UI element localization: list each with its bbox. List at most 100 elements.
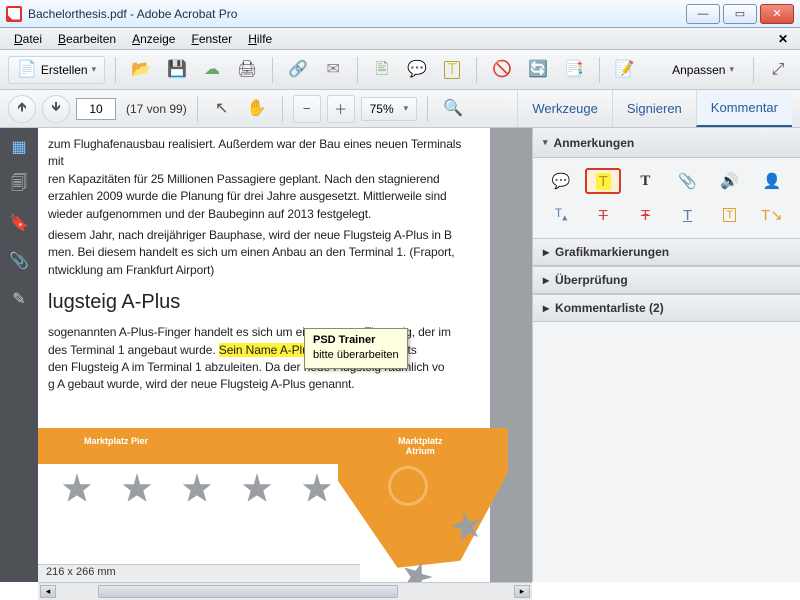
customize-button[interactable]: Anpassen ▾ xyxy=(663,56,743,84)
create-label: Erstellen xyxy=(41,63,88,77)
comment-tooltip: PSD Trainer bitte überarbeiten xyxy=(304,328,408,369)
cloud-button[interactable]: ☁ xyxy=(198,56,226,84)
chevron-down-icon: ▾ xyxy=(404,103,409,114)
body-text: ntwicklung am Frankfurt Airport) xyxy=(48,262,480,279)
signatures-nav-icon[interactable]: ✎ xyxy=(8,288,30,310)
print-button[interactable]: 🖨 xyxy=(232,56,262,84)
speaker-icon: 🔊 xyxy=(720,172,739,190)
cursor-icon: ↖ xyxy=(215,101,228,117)
print-icon: 🖨 xyxy=(237,62,257,78)
select-tool-button[interactable]: ↖ xyxy=(208,95,236,123)
tab-comment[interactable]: Kommentar xyxy=(696,90,792,127)
audio-tool[interactable]: 🔊 xyxy=(712,168,748,194)
page-number-input[interactable] xyxy=(76,98,116,120)
panel-section-graphic[interactable]: ▸ Grafikmarkierungen xyxy=(533,238,800,266)
scan-button[interactable]: 🖹 xyxy=(368,56,396,84)
close-document-button[interactable]: ✕ xyxy=(772,32,794,46)
app-icon xyxy=(6,6,22,22)
thumbnails-nav-icon[interactable]: ▦ xyxy=(8,136,30,158)
plane-icon xyxy=(238,470,276,508)
main-toolbar: 📄 Erstellen ▾ 📂 💾 ☁ 🖨 🔗 ✉ 🖹 💬 T 🚫 🔄 📑 📝 … xyxy=(0,50,800,90)
extract-button[interactable]: 📑 xyxy=(559,56,589,84)
menu-edit[interactable]: Bearbeiten xyxy=(50,30,124,48)
body-text: des Terminal 1 angebaut wurde. Sein Name… xyxy=(48,342,480,359)
replace-text-icon: Ŧ xyxy=(641,207,650,224)
zoom-select[interactable]: 75% ▾ xyxy=(361,97,418,121)
plane-icon xyxy=(298,470,336,508)
panel-section-comments[interactable]: ▸ Kommentarliste (2) xyxy=(533,294,800,322)
delete-button[interactable]: 🚫 xyxy=(487,56,517,84)
document-viewport[interactable]: zum Flughafenausbau realisiert. Außerdem… xyxy=(38,128,532,582)
tab-tools[interactable]: Werkzeuge xyxy=(517,90,612,127)
scroll-right-button[interactable]: ▸ xyxy=(514,585,530,598)
minimize-button[interactable]: — xyxy=(686,4,720,24)
email-button[interactable]: ✉ xyxy=(319,56,347,84)
nav-toolbar: 🡹 🡻 (17 von 99) ↖ ✋ − ＋ 75% ▾ 🔍 Werkzeug… xyxy=(0,90,800,128)
status-bar: 216 x 266 mm xyxy=(38,564,360,582)
highlight-icon: T xyxy=(444,61,460,79)
panel-section-review[interactable]: ▸ Überprüfung xyxy=(533,266,800,294)
highlight-tool[interactable]: T xyxy=(585,168,621,194)
replace-text-tool[interactable]: Ŧ xyxy=(627,202,663,228)
form-button[interactable]: 📝 xyxy=(610,56,640,84)
collapse-icon: ▸ xyxy=(543,245,549,259)
folder-open-icon: 📂 xyxy=(131,62,151,78)
note-button[interactable]: 💬 xyxy=(402,56,432,84)
save-button[interactable]: 💾 xyxy=(162,56,192,84)
horizontal-scrollbar[interactable]: ◂ ▸ xyxy=(38,582,532,600)
hand-tool-button[interactable]: ✋ xyxy=(242,95,272,123)
sticky-note-tool[interactable]: 💬 xyxy=(543,168,579,194)
highlight-button[interactable]: T xyxy=(438,56,466,84)
share-icon: 🔗 xyxy=(288,62,308,78)
menu-view[interactable]: Anzeige xyxy=(124,30,183,48)
bookmarks-nav-icon[interactable]: 🔖 xyxy=(8,212,30,234)
scan-icon: 🖹 xyxy=(376,62,389,78)
attachments-nav-icon[interactable]: 📎 xyxy=(8,250,30,272)
open-button[interactable]: 📂 xyxy=(126,56,156,84)
insert-text-tool[interactable]: T▴ xyxy=(543,202,579,228)
maximize-button[interactable]: ▭ xyxy=(723,4,757,24)
text-tool[interactable]: T xyxy=(627,168,663,194)
stamp-tool[interactable]: 👤 xyxy=(754,168,790,194)
body-text: g A gebaut wurde, wird der neue Flugstei… xyxy=(48,376,480,393)
close-button[interactable]: ✕ xyxy=(760,4,794,24)
page-count-label: (17 von 99) xyxy=(126,102,187,116)
main-area: ▦ 🗐 🔖 📎 ✎ zum Flughafenausbau realisiert… xyxy=(0,128,800,582)
strikethrough-icon: T xyxy=(599,207,608,224)
stamp-icon: 👤 xyxy=(763,172,782,190)
zoom-out-button[interactable]: − xyxy=(293,95,321,123)
body-text: den Flugsteig A im Terminal 1 abzuleiten… xyxy=(48,359,480,376)
zoom-in-button[interactable]: ＋ xyxy=(327,95,355,123)
scroll-left-button[interactable]: ◂ xyxy=(40,585,56,598)
chevron-down-icon: ▾ xyxy=(92,64,97,75)
diagram-label: Marktplatz Atrium xyxy=(398,436,443,456)
create-button[interactable]: 📄 Erstellen ▾ xyxy=(8,56,105,84)
extract-icon: 📑 xyxy=(564,62,584,78)
rotate-button[interactable]: 🔄 xyxy=(523,56,553,84)
zoom-tool-button[interactable]: 🔍 xyxy=(438,95,468,123)
tab-sign[interactable]: Signieren xyxy=(612,90,696,127)
menu-file[interactable]: Datei xyxy=(6,30,50,48)
body-text: erzahlen 2009 wurde die Planung für drei… xyxy=(48,188,480,205)
cloud-icon: ☁ xyxy=(204,62,220,78)
attach-tool[interactable]: 📎 xyxy=(670,168,706,194)
page-down-button[interactable]: 🡻 xyxy=(42,95,70,123)
share-button[interactable]: 🔗 xyxy=(283,56,313,84)
customize-label: Anpassen xyxy=(672,63,725,77)
pages-nav-icon[interactable]: 🗐 xyxy=(8,174,30,196)
window-titlebar: Bachelorthesis.pdf - Adobe Acrobat Pro —… xyxy=(0,0,800,28)
nav-pane: ▦ 🗐 🔖 📎 ✎ xyxy=(0,128,38,582)
strikethrough-tool[interactable]: T xyxy=(585,202,621,228)
panel-section-label: Überprüfung xyxy=(555,273,628,287)
page-up-button[interactable]: 🡹 xyxy=(8,95,36,123)
highlight-icon: T xyxy=(596,173,611,190)
menu-window[interactable]: Fenster xyxy=(183,30,240,48)
textbox-tool[interactable]: T xyxy=(712,202,748,228)
panel-section-annotations[interactable]: ▾ Anmerkungen xyxy=(533,128,800,158)
callout-tool[interactable]: T↘ xyxy=(754,202,790,228)
underline-tool[interactable]: T xyxy=(670,202,706,228)
delete-page-icon: 🚫 xyxy=(492,62,512,78)
scrollbar-thumb[interactable] xyxy=(98,585,398,598)
menu-help[interactable]: Hilfe xyxy=(240,30,280,48)
fullscreen-button[interactable]: ⤢ xyxy=(764,56,792,84)
